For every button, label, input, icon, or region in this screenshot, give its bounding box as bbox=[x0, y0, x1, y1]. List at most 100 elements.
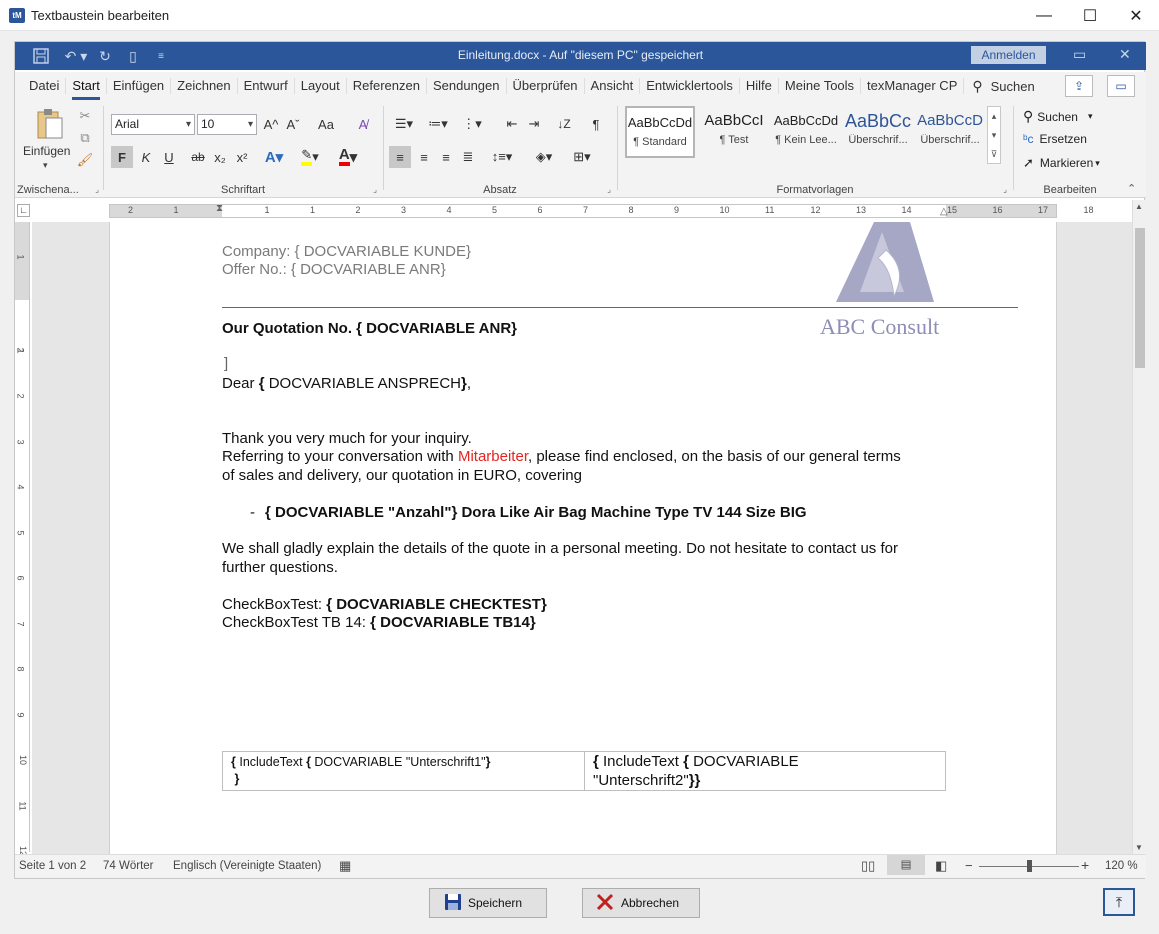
share-icon[interactable]: ⇪ bbox=[1065, 75, 1093, 97]
shading-icon[interactable]: ◈▾ bbox=[529, 146, 559, 168]
read-mode-icon[interactable]: ▯▯ bbox=[861, 858, 875, 874]
show-formatting-icon[interactable]: ¶ bbox=[585, 114, 607, 134]
paste-icon[interactable] bbox=[29, 108, 69, 142]
styles-group: AaBbCcDd ¶ Standard AaBbCcI ¶ Test AaBbC… bbox=[619, 100, 1011, 198]
tab-texmanager[interactable]: texManager CP bbox=[861, 78, 965, 94]
document-page[interactable]: Company: { DOCVARIABLE KUNDE} Offer No.:… bbox=[109, 222, 1057, 854]
zoom-slider-thumb[interactable] bbox=[1027, 860, 1032, 872]
page-count[interactable]: Seite 1 von 2 bbox=[19, 860, 86, 872]
font-color-icon[interactable]: A ▾ bbox=[331, 146, 365, 168]
paste-label[interactable]: Einfügen bbox=[23, 144, 70, 158]
style-standard[interactable]: AaBbCcDd ¶ Standard bbox=[625, 106, 695, 158]
cancel-button[interactable]: Abbrechen bbox=[582, 888, 700, 918]
justify-icon[interactable]: ≣ bbox=[457, 146, 479, 168]
multilevel-list-icon[interactable]: ⋮▾ bbox=[457, 114, 487, 134]
proofing-icon[interactable]: ▦ bbox=[339, 858, 351, 874]
text-effects-icon[interactable]: A▾ bbox=[259, 146, 289, 168]
style-heading-2[interactable]: AaBbCcD Überschrif... bbox=[915, 106, 985, 158]
bullets-icon[interactable]: ☰▾ bbox=[389, 114, 419, 134]
increase-indent-icon[interactable]: ⇥ bbox=[523, 114, 545, 134]
underline-button[interactable]: U bbox=[157, 146, 181, 168]
grow-font-icon[interactable]: A^ bbox=[261, 114, 281, 134]
tab-layout[interactable]: Layout bbox=[295, 78, 347, 94]
strikethrough-button[interactable]: ab bbox=[187, 146, 209, 168]
font-launcher-icon[interactable]: ⌟ bbox=[373, 185, 377, 194]
zoom-level[interactable]: 120 % bbox=[1105, 860, 1138, 872]
copy-icon[interactable]: ⧉ bbox=[77, 130, 93, 146]
collapse-ribbon-icon[interactable]: ⌃ bbox=[1127, 182, 1136, 195]
cut-icon[interactable]: ✂ bbox=[77, 108, 93, 124]
word-close-icon[interactable]: ✕ bbox=[1119, 46, 1131, 63]
language-indicator[interactable]: Englisch (Vereinigte Staaten) bbox=[173, 860, 321, 872]
right-indent-marker-icon[interactable]: △ bbox=[940, 206, 948, 217]
numbering-icon[interactable]: ≔▾ bbox=[423, 114, 453, 134]
bold-button[interactable]: F bbox=[111, 146, 133, 168]
signature-cell-1[interactable]: { IncludeText { DOCVARIABLE "Unterschrif… bbox=[223, 752, 585, 790]
sort-icon[interactable]: ↓Z bbox=[553, 114, 575, 134]
pin-top-icon[interactable]: ⤒ bbox=[1103, 888, 1135, 916]
styles-launcher-icon[interactable]: ⌟ bbox=[1003, 185, 1007, 194]
ribbon-display-icon[interactable]: ▭ bbox=[1073, 46, 1086, 63]
tab-ansicht[interactable]: Ansicht bbox=[585, 78, 641, 94]
align-center-icon[interactable]: ≡ bbox=[413, 146, 435, 168]
comments-icon[interactable]: ▭ bbox=[1107, 75, 1135, 97]
select-button[interactable]: ➚ Markieren ▾ bbox=[1023, 155, 1100, 171]
zoom-in-button[interactable]: + bbox=[1081, 857, 1089, 873]
scrollbar-thumb[interactable] bbox=[1135, 228, 1145, 368]
horizontal-ruler[interactable]: 2 1 1 1 2 3 4 5 6 7 8 9 10 11 12 13 14 15 16 17 18 ⧗ △ bbox=[109, 203, 1094, 218]
tab-hilfe[interactable]: Hilfe bbox=[740, 78, 779, 94]
style-test[interactable]: AaBbCcI ¶ Test bbox=[699, 106, 769, 158]
tab-zeichnen[interactable]: Zeichnen bbox=[171, 78, 238, 94]
clipboard-launcher-icon[interactable]: ⌟ bbox=[95, 185, 99, 194]
print-layout-icon[interactable]: ▤ bbox=[887, 855, 925, 875]
word-count[interactable]: 74 Wörter bbox=[103, 860, 154, 872]
save-button[interactable]: Speichern bbox=[429, 888, 547, 918]
paragraph-launcher-icon[interactable]: ⌟ bbox=[607, 185, 611, 194]
clear-format-icon[interactable]: A̸ bbox=[353, 114, 373, 134]
find-button[interactable]: ⚲ Suchen ▾ bbox=[1023, 108, 1093, 125]
shrink-font-icon[interactable]: Aˇ bbox=[283, 114, 303, 134]
format-painter-icon[interactable]: 🖌 bbox=[77, 152, 94, 168]
close-button[interactable]: ✕ bbox=[1113, 0, 1159, 31]
tab-entwicklertools[interactable]: Entwicklertools bbox=[640, 78, 740, 94]
styles-scroll[interactable]: ▴ ▾ ⊽ bbox=[987, 106, 1001, 164]
tab-einfuegen[interactable]: Einfügen bbox=[107, 78, 172, 94]
italic-button[interactable]: K bbox=[135, 146, 157, 168]
logo-text: ABC Consult bbox=[820, 314, 940, 339]
align-left-icon[interactable]: ≡ bbox=[389, 146, 411, 168]
subscript-button[interactable]: x₂ bbox=[209, 146, 231, 168]
change-case-icon[interactable]: Aa bbox=[311, 114, 341, 134]
web-layout-icon[interactable]: ◧ bbox=[935, 858, 947, 874]
tab-meine-tools[interactable]: Meine Tools bbox=[779, 78, 862, 94]
decrease-indent-icon[interactable]: ⇤ bbox=[501, 114, 523, 134]
vertical-scrollbar[interactable]: ▲ ▼ bbox=[1132, 200, 1146, 854]
maximize-button[interactable]: ☐ bbox=[1067, 0, 1113, 31]
signature-cell-2[interactable]: { IncludeText { DOCVARIABLE "Unterschrift… bbox=[585, 752, 945, 790]
line-spacing-icon[interactable]: ↕≡▾ bbox=[485, 146, 519, 168]
replace-button[interactable]: ᵇc Ersetzen bbox=[1023, 132, 1087, 146]
vertical-ruler[interactable]: 1 2 1 2 3 4 5 6 7 8 9 10 11 12 bbox=[15, 222, 30, 856]
tab-sendungen[interactable]: Sendungen bbox=[427, 78, 507, 94]
align-right-icon[interactable]: ≡ bbox=[435, 146, 457, 168]
style-heading-1[interactable]: AaBbCc Überschrif... bbox=[843, 106, 913, 158]
tab-referenzen[interactable]: Referenzen bbox=[347, 78, 427, 94]
scroll-down-icon[interactable]: ▼ bbox=[1135, 843, 1143, 852]
indent-marker-icon[interactable]: ⧗ bbox=[216, 203, 223, 214]
style-kein-leerraum[interactable]: AaBbCcDd ¶ Kein Lee... bbox=[771, 106, 841, 158]
tab-start[interactable]: Start bbox=[66, 78, 107, 100]
tab-selector-icon[interactable]: ∟ bbox=[17, 204, 30, 217]
tab-ueberpruefen[interactable]: Überprüfen bbox=[507, 78, 585, 94]
font-size-combo[interactable]: 10 bbox=[197, 114, 257, 135]
zoom-out-button[interactable]: − bbox=[965, 858, 973, 873]
font-name-combo[interactable]: Arial bbox=[111, 114, 195, 135]
highlight-icon[interactable]: ✎ ▾ bbox=[293, 146, 327, 168]
signin-button[interactable]: Anmelden bbox=[971, 46, 1046, 64]
paste-dropdown-icon[interactable]: ▾ bbox=[43, 160, 48, 171]
tab-datei[interactable]: Datei bbox=[23, 78, 67, 94]
tab-entwurf[interactable]: Entwurf bbox=[238, 78, 295, 94]
superscript-button[interactable]: x² bbox=[231, 146, 253, 168]
tell-me-search[interactable]: ⚲ Suchen bbox=[972, 78, 1034, 95]
borders-icon[interactable]: ⊞▾ bbox=[565, 146, 599, 168]
minimize-button[interactable]: — bbox=[1021, 0, 1067, 31]
scroll-up-icon[interactable]: ▲ bbox=[1135, 202, 1143, 211]
